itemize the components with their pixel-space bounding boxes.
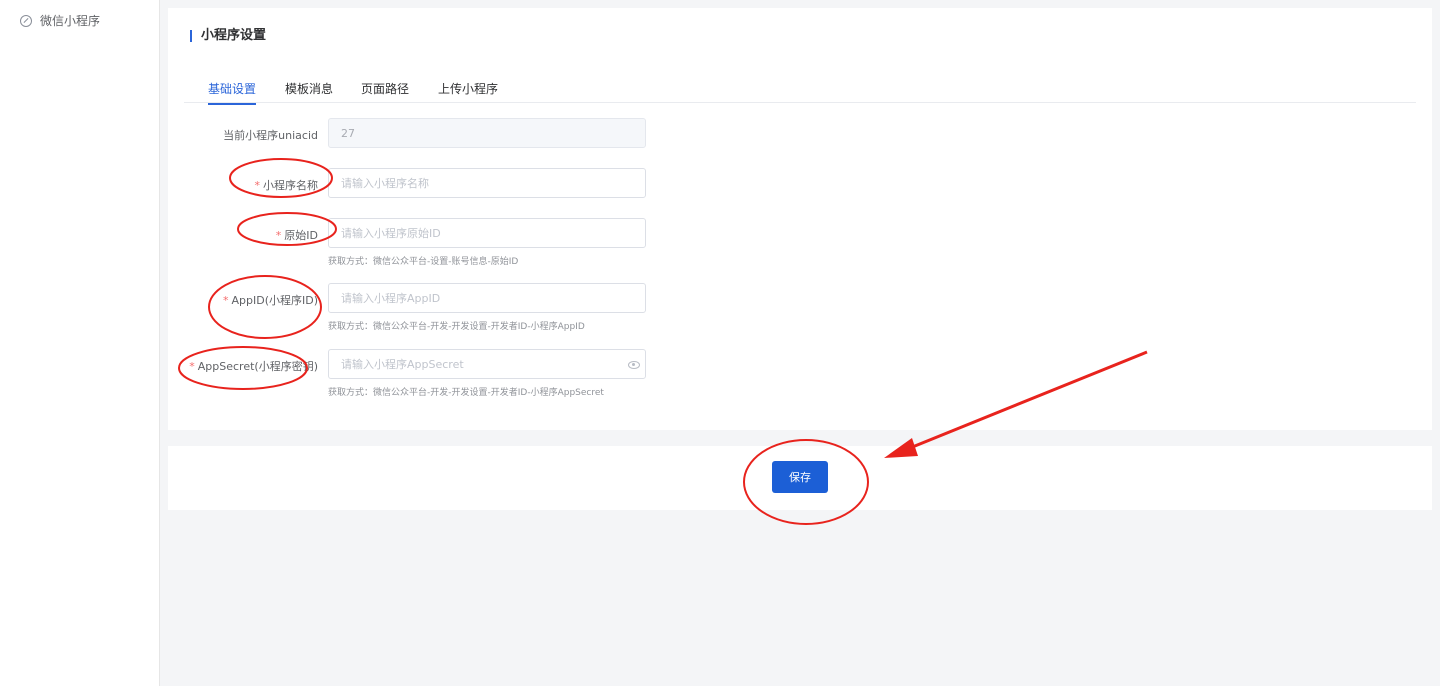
appid-input[interactable] [328,283,646,313]
save-button[interactable]: 保存 [772,461,828,493]
link-icon [20,14,32,27]
eye-icon[interactable] [628,361,640,369]
appsecret-input[interactable] [328,349,646,379]
tab-basic-settings[interactable]: 基础设置 [208,80,257,105]
uniacid-field [328,118,646,148]
required-mark: * [222,294,229,307]
name-input[interactable] [328,168,646,198]
original-id-input[interactable] [328,218,646,248]
appsecret-label: * AppSecret(小程序密钥) [189,360,318,373]
sidebar-item-wechat-miniprogram[interactable]: 微信小程序 [20,12,100,29]
name-label: * 小程序名称 [254,179,319,192]
tab-bar: 基础设置 模板消息 页面路径 上传小程序 [184,78,1416,105]
settings-card: 小程序设置 基础设置 模板消息 页面路径 上传小程序 当前小程序uniacid … [168,8,1432,430]
appid-label: * AppID(小程序ID) [222,294,318,307]
tab-template-messages[interactable]: 模板消息 [285,80,333,103]
required-mark: * [254,179,261,192]
tab-upload-miniprogram[interactable]: 上传小程序 [438,80,498,103]
required-mark: * [189,360,195,373]
sidebar-item-label: 微信小程序 [40,14,101,28]
tab-page-paths[interactable]: 页面路径 [361,80,409,103]
page-title: 小程序设置 [190,29,266,42]
appsecret-hint: 获取方式：微信公众平台-开发-开发设置-开发者ID-小程序AppSecret [328,388,604,398]
sidebar: 微信小程序 [0,0,160,686]
original-id-label: * 原始ID [275,229,318,242]
uniacid-label: 当前小程序uniacid [223,129,318,142]
appid-hint: 获取方式：微信公众平台-开发-开发设置-开发者ID-小程序AppID [328,322,585,332]
footer-bar: 保存 [168,446,1432,510]
original-id-hint: 获取方式：微信公众平台-设置-账号信息-原始ID [328,257,519,267]
required-mark: * [275,229,282,242]
